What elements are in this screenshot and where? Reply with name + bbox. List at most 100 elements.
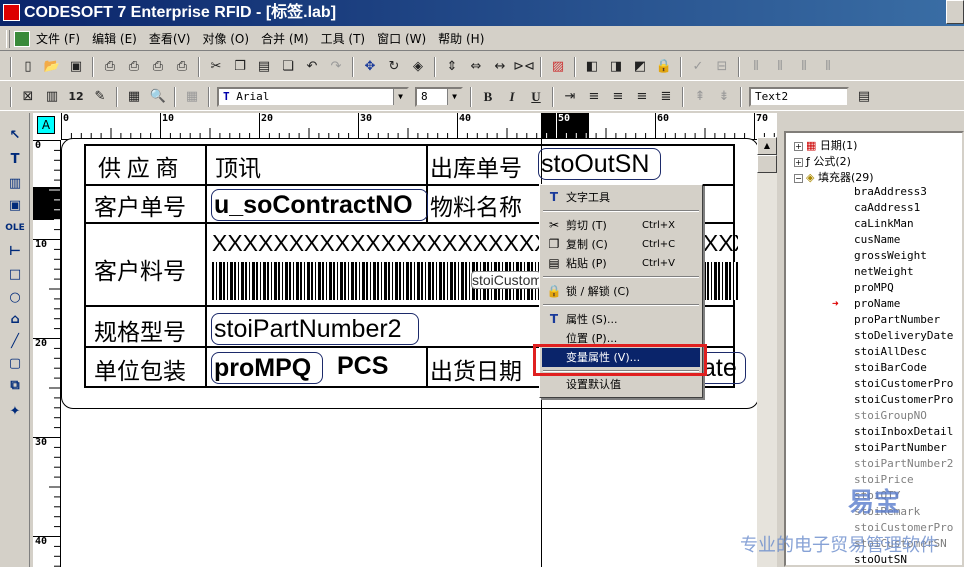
distribute-icon[interactable]: ⫴: [818, 57, 838, 77]
menu-window[interactable]: 窗口 (W): [377, 30, 426, 47]
check-icon[interactable]: ✓: [688, 57, 708, 77]
flip-icon[interactable]: ⊳⊲: [513, 57, 535, 77]
font-size-select[interactable]: 8 ▼: [415, 86, 463, 107]
field-mpq[interactable]: proMPQ: [211, 352, 323, 384]
menu-edit[interactable]: 编辑 (E): [92, 30, 137, 47]
space-horizontal-icon[interactable]: ↔: [490, 57, 510, 77]
text-tool-icon[interactable]: T: [5, 151, 25, 169]
italic-button[interactable]: I: [502, 87, 522, 107]
new-icon[interactable]: ▯: [18, 57, 38, 77]
table-icon[interactable]: ▦: [124, 87, 144, 107]
valign-bottom-icon[interactable]: ⇟: [714, 87, 734, 107]
chevron-down-icon[interactable]: ▼: [447, 88, 461, 105]
label-customer-part-caption[interactable]: 客户料号: [94, 252, 186, 286]
image-tool-icon[interactable]: ▣: [5, 197, 25, 215]
tree-variable-item[interactable]: stoiGroupNO: [854, 409, 927, 422]
text-object-field[interactable]: Text2: [749, 86, 849, 107]
label-spec-caption[interactable]: 规格型号: [94, 313, 186, 347]
horizontal-size-icon[interactable]: ⇔: [466, 57, 486, 77]
ungroup-icon[interactable]: ◨: [606, 57, 626, 77]
print-icon[interactable]: ⎙: [148, 57, 168, 77]
ruler-unit-icon[interactable]: A: [37, 116, 55, 134]
field-stooutsn[interactable]: stoOutSN: [538, 148, 661, 180]
grid-icon[interactable]: ▦: [182, 87, 202, 107]
tree-variable-item[interactable]: stoiCustomerPro: [854, 393, 953, 406]
menu-cut[interactable]: ✂ 剪切 (T) Ctrl+X: [542, 216, 700, 235]
number-icon[interactable]: 12: [66, 87, 86, 107]
cut-icon[interactable]: ✂: [206, 57, 226, 77]
expand-icon[interactable]: +: [794, 141, 803, 151]
paste-icon[interactable]: ▤: [254, 57, 274, 77]
field-contract-no[interactable]: u_soContractNO: [211, 189, 428, 221]
tree-variable-item[interactable]: stoiCustomerPro: [854, 377, 953, 390]
menu-view[interactable]: 查看(V): [149, 30, 191, 47]
tree-variable-item[interactable]: stoiPartNumber2: [854, 457, 953, 470]
justify-icon[interactable]: ≣: [656, 87, 676, 107]
valign-top-icon[interactable]: ⇞: [690, 87, 710, 107]
undo-icon[interactable]: ↶: [302, 57, 322, 77]
scroll-up-button[interactable]: ▲: [757, 137, 777, 155]
canvas-vscrollbar[interactable]: ▲: [757, 137, 777, 567]
tree-node-date[interactable]: + ▦ 日期(1): [794, 137, 857, 153]
barcode-icon[interactable]: ▥: [42, 87, 62, 107]
rounded-rect-tool-icon[interactable]: ▢: [5, 355, 25, 373]
doc-icon[interactable]: [14, 30, 30, 47]
align-center-icon[interactable]: ≡: [608, 87, 628, 107]
pointer-icon[interactable]: ↖: [5, 127, 25, 145]
tree-variable-item[interactable]: caLinkMan: [854, 217, 914, 230]
open-icon[interactable]: 📂: [42, 57, 62, 77]
bookmark-icon[interactable]: ⊟: [712, 57, 732, 77]
menu-file[interactable]: 文件 (F): [36, 30, 80, 47]
underline-button[interactable]: U: [526, 87, 546, 107]
copy-icon[interactable]: ❐: [230, 57, 250, 77]
label-outbound-no-caption[interactable]: 出库单号: [430, 149, 522, 183]
field-customer-part[interactable]: stoiCustom: [471, 271, 541, 289]
chevron-down-icon[interactable]: ▼: [393, 88, 407, 105]
print-preview-icon[interactable]: ⎙: [172, 57, 192, 77]
bold-button[interactable]: B: [478, 87, 498, 107]
align-right-objects-icon[interactable]: ⫴: [794, 57, 814, 77]
tree-variable-item[interactable]: cusName: [854, 233, 900, 246]
field-part-number2[interactable]: stoiPartNumber2: [211, 313, 419, 345]
menu-merge[interactable]: 合并 (M): [261, 30, 309, 47]
vertical-size-icon[interactable]: ⇕: [442, 57, 462, 77]
label-material-name-caption[interactable]: 物料名称: [430, 188, 522, 222]
image-list-tool-icon[interactable]: ⧉: [5, 377, 25, 395]
duplicate-icon[interactable]: ❏: [278, 57, 298, 77]
tree-variable-item[interactable]: proPartNumber: [854, 313, 940, 326]
tree-variable-item[interactable]: netWeight: [854, 265, 914, 278]
align-center-objects-icon[interactable]: ⫴: [770, 57, 790, 77]
tree-variable-item[interactable]: stoiAllDesc: [854, 345, 927, 358]
menu-properties[interactable]: T 属性 (S)...: [542, 310, 700, 329]
redo-icon[interactable]: ↷: [326, 57, 346, 77]
minimize-button[interactable]: [946, 0, 964, 24]
rectangle-tool-icon[interactable]: □: [5, 266, 25, 284]
tree-variable-item[interactable]: stoiInboxDetail: [854, 425, 953, 438]
menu-copy[interactable]: ❐ 复制 (C) Ctrl+C: [542, 235, 700, 254]
save-icon[interactable]: ▣: [66, 57, 86, 77]
font-name-select[interactable]: T Arial ▼: [217, 86, 409, 107]
menu-object[interactable]: 对像 (O): [202, 30, 249, 47]
label-supplier-caption[interactable]: 供 应 商: [98, 149, 179, 183]
collapse-icon[interactable]: −: [794, 173, 803, 183]
eraser-icon[interactable]: ◈: [408, 57, 428, 77]
color-icon[interactable]: ▨: [548, 57, 568, 77]
move-icon[interactable]: ✥: [360, 57, 380, 77]
barcode-tool-icon[interactable]: ▥: [5, 175, 25, 193]
bring-front-icon[interactable]: ◩: [630, 57, 650, 77]
tree-node-formula[interactable]: + ƒ 公式(2): [794, 153, 851, 169]
scroll-thumb[interactable]: [757, 155, 777, 173]
zoom-icon[interactable]: 🔍: [148, 87, 168, 107]
rotate-icon[interactable]: ↻: [384, 57, 404, 77]
tree-variable-item[interactable]: stoDeliveryDate: [854, 329, 953, 342]
label-pcs[interactable]: PCS: [337, 352, 388, 381]
label-package-caption[interactable]: 单位包装: [94, 352, 186, 386]
tree-variable-item[interactable]: ➜ proName: [832, 297, 900, 310]
expand-icon[interactable]: +: [794, 157, 803, 167]
wand-tool-icon[interactable]: ✦: [5, 403, 25, 421]
pen-icon[interactable]: ✎: [90, 87, 110, 107]
polygon-tool-icon[interactable]: ⌂: [5, 311, 25, 329]
text-direction-icon[interactable]: ⇥: [560, 87, 580, 107]
line-h-tool-icon[interactable]: ⊢: [5, 243, 25, 261]
label-supplier-value[interactable]: 顶讯: [215, 149, 261, 183]
